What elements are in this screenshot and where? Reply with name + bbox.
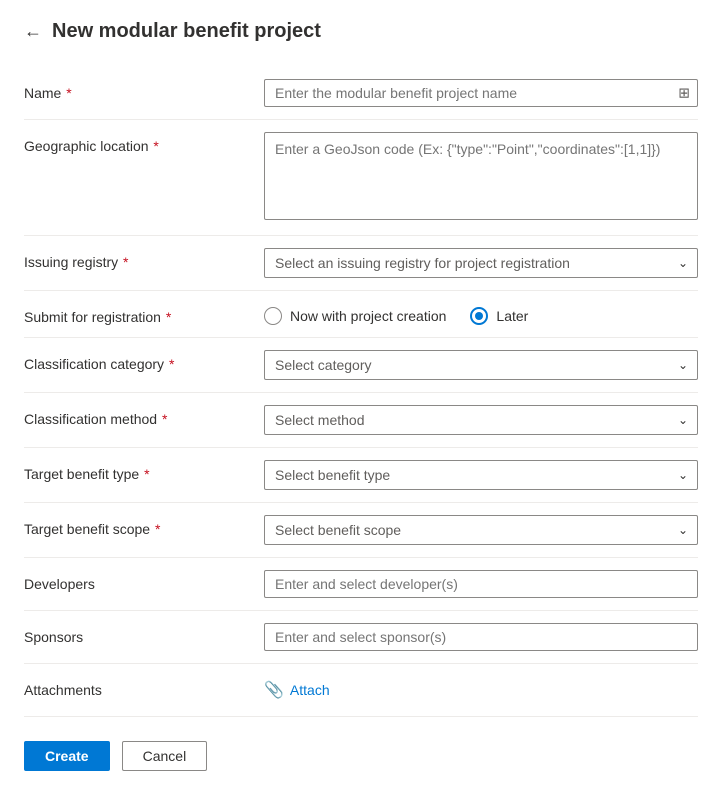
classification-method-control: Select method ⌄ [264, 405, 698, 435]
cat-required: * [165, 356, 174, 372]
issuing-registry-control: Select an issuing registry for project r… [264, 248, 698, 278]
target-benefit-type-row: Target benefit type * Select benefit typ… [24, 448, 698, 503]
target-benefit-scope-row: Target benefit scope * Select benefit sc… [24, 503, 698, 558]
classification-method-row: Classification method * Select method ⌄ [24, 393, 698, 448]
paperclip-icon: 📎 [264, 680, 284, 700]
developers-label: Developers [24, 570, 264, 592]
classification-method-select[interactable]: Select method [264, 405, 698, 435]
footer-buttons: Create Cancel [24, 741, 698, 771]
classification-category-label: Classification category * [24, 350, 264, 372]
attachments-row: Attachments 📎 Attach [24, 664, 698, 717]
name-icon: ⊞ [678, 85, 690, 102]
classification-method-label: Classification method * [24, 405, 264, 427]
name-input-wrapper: ⊞ [264, 79, 698, 107]
classification-category-select[interactable]: Select category [264, 350, 698, 380]
submit-registration-control: Now with project creation Later [264, 303, 698, 325]
classification-category-row: Classification category * Select categor… [24, 338, 698, 393]
method-required: * [158, 411, 167, 427]
target-benefit-type-select[interactable]: Select benefit type [264, 460, 698, 490]
target-benefit-scope-control: Select benefit scope ⌄ [264, 515, 698, 545]
target-benefit-type-select-wrapper: Select benefit type ⌄ [264, 460, 698, 490]
name-control: ⊞ [264, 79, 698, 107]
geographic-location-control [264, 132, 698, 223]
issuing-registry-label: Issuing registry * [24, 248, 264, 270]
create-button[interactable]: Create [24, 741, 110, 771]
developers-row: Developers [24, 558, 698, 611]
attachments-label: Attachments [24, 676, 264, 698]
radio-later-label: Later [496, 308, 528, 324]
geographic-location-label: Geographic location * [24, 132, 264, 154]
attach-label: Attach [290, 682, 330, 698]
target-benefit-scope-select[interactable]: Select benefit scope [264, 515, 698, 545]
geo-required: * [150, 138, 159, 154]
page-header: ← New modular benefit project [24, 20, 698, 43]
issuing-required: * [119, 254, 128, 270]
sponsors-row: Sponsors [24, 611, 698, 664]
issuing-registry-row: Issuing registry * Select an issuing reg… [24, 236, 698, 291]
radio-later-circle [470, 307, 488, 325]
submit-registration-row: Submit for registration * Now with proje… [24, 291, 698, 338]
type-required: * [140, 466, 149, 482]
issuing-registry-select-wrapper: Select an issuing registry for project r… [264, 248, 698, 278]
attachments-control: 📎 Attach [264, 676, 698, 704]
scope-required: * [151, 521, 160, 537]
target-benefit-scope-label: Target benefit scope * [24, 515, 264, 537]
developers-control [264, 570, 698, 598]
radio-now-label: Now with project creation [290, 308, 446, 324]
classification-category-select-wrapper: Select category ⌄ [264, 350, 698, 380]
radio-now-option[interactable]: Now with project creation [264, 307, 446, 325]
geographic-location-row: Geographic location * [24, 120, 698, 236]
name-input[interactable] [264, 79, 698, 107]
name-row: Name * ⊞ [24, 67, 698, 120]
back-button[interactable]: ← [24, 21, 42, 42]
developers-input[interactable] [264, 570, 698, 598]
submit-registration-label: Submit for registration * [24, 303, 264, 325]
sponsors-label: Sponsors [24, 623, 264, 645]
page-title: New modular benefit project [52, 20, 321, 43]
target-benefit-type-control: Select benefit type ⌄ [264, 460, 698, 490]
cancel-button[interactable]: Cancel [122, 741, 208, 771]
attach-button[interactable]: 📎 Attach [264, 676, 330, 704]
target-benefit-scope-select-wrapper: Select benefit scope ⌄ [264, 515, 698, 545]
radio-group: Now with project creation Later [264, 303, 698, 325]
sponsors-control [264, 623, 698, 651]
target-benefit-type-label: Target benefit type * [24, 460, 264, 482]
classification-method-select-wrapper: Select method ⌄ [264, 405, 698, 435]
classification-category-control: Select category ⌄ [264, 350, 698, 380]
submit-required: * [162, 309, 171, 325]
geographic-location-input[interactable] [264, 132, 698, 220]
name-label: Name * [24, 79, 264, 101]
radio-now-circle [264, 307, 282, 325]
issuing-registry-select[interactable]: Select an issuing registry for project r… [264, 248, 698, 278]
sponsors-input[interactable] [264, 623, 698, 651]
radio-later-option[interactable]: Later [470, 307, 528, 325]
name-required: * [62, 85, 71, 101]
